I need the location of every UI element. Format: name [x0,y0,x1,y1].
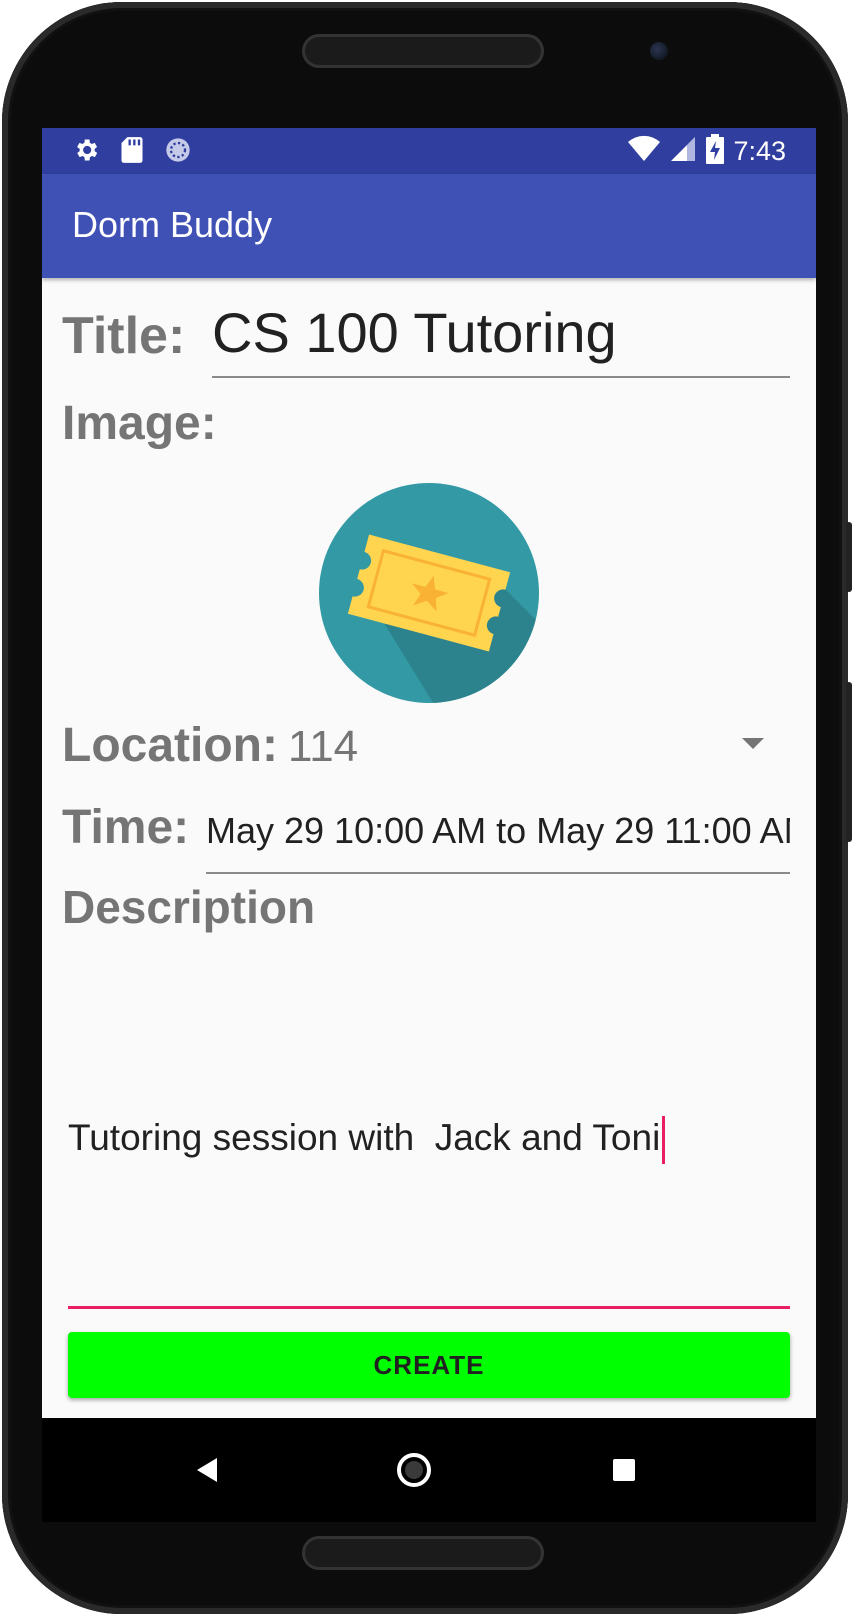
status-clock: 7:43 [733,136,786,166]
description-label: Description [62,881,316,933]
description-text: Tutoring session with Jack and Toni [68,1116,661,1158]
title-input-underline [212,376,790,378]
settings-icon [72,136,100,169]
home-icon[interactable] [388,1444,440,1496]
create-button[interactable]: CREATE [68,1332,790,1398]
back-icon[interactable] [182,1444,234,1496]
cell-signal-icon [669,135,697,168]
screen: 7:43 Dorm Buddy Title: CS 100 Tutoring I… [42,128,816,1418]
text-cursor [662,1116,666,1164]
location-label: Location: [62,719,278,772]
front-camera [650,42,668,60]
location-spinner[interactable]: 114 [288,722,358,772]
title-input[interactable]: CS 100 Tutoring [212,300,617,365]
app-bar: Dorm Buddy [42,174,816,278]
recents-icon[interactable] [598,1444,650,1496]
description-input[interactable]: Tutoring session with Jack and Toni [68,1116,666,1164]
battery-charging-icon [705,134,725,169]
app-title: Dorm Buddy [72,204,273,245]
sync-icon [164,136,192,169]
volume-button [846,522,852,592]
bottom-speaker [302,1536,544,1570]
time-input-underline [206,872,790,874]
status-bar: 7:43 [42,128,816,174]
top-speaker [302,34,544,68]
description-input-underline [68,1306,790,1309]
time-input[interactable]: May 29 10:00 AM to May 29 11:00 AM [206,810,790,852]
chevron-down-icon[interactable] [742,738,764,749]
sd-card-icon [120,136,144,169]
ticket-icon[interactable] [316,480,542,706]
power-button [846,682,852,842]
time-label: Time: [62,801,190,854]
wifi-icon [627,135,661,168]
image-label: Image: [62,397,217,450]
nav-bar [42,1418,816,1522]
title-label: Title: [62,307,186,365]
